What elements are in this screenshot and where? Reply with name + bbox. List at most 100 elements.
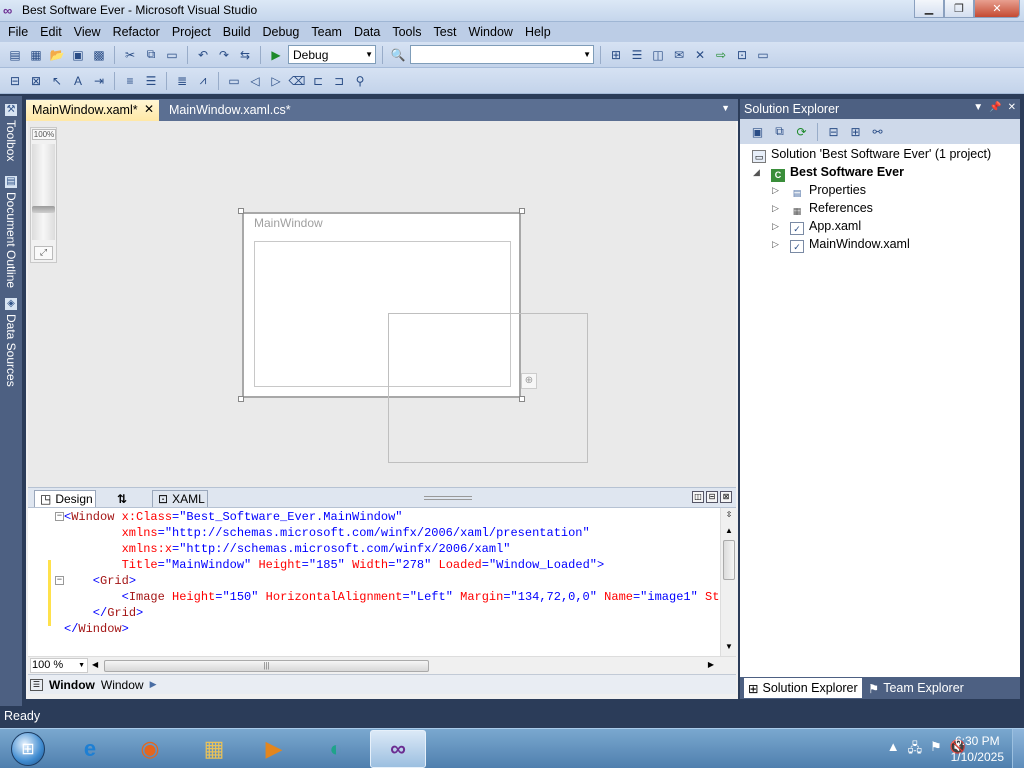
menu-team[interactable]: Team — [305, 25, 348, 39]
code-line[interactable]: </Grid> — [64, 605, 143, 621]
horizontal-split-icon[interactable]: ⊟ — [706, 491, 718, 503]
split-editor-icon[interactable]: ⇳ — [722, 510, 736, 519]
indent-icon[interactable]: ⇥ — [90, 72, 108, 90]
scroll-left-icon[interactable]: ◀ — [92, 660, 98, 669]
code-line[interactable]: xmlns="http://schemas.microsoft.com/winf… — [64, 525, 590, 541]
more-icon[interactable]: ▭ — [754, 46, 772, 64]
show-all-files-icon[interactable]: ⧉ — [770, 122, 789, 141]
new-project-icon[interactable]: ▤ — [6, 46, 24, 64]
close-button[interactable]: ✕ — [974, 0, 1020, 18]
breadcrumb-arrow-icon[interactable]: ▶ — [150, 679, 157, 690]
menu-tools[interactable]: Tools — [386, 25, 427, 39]
properties-icon[interactable]: ▣ — [748, 122, 767, 141]
document-outline-tab[interactable]: ▤ Document Outline — [0, 174, 22, 294]
messenger-icon[interactable]: ◐ — [308, 730, 364, 768]
internet-explorer-icon[interactable]: e — [62, 730, 118, 768]
view-code-icon[interactable]: ⊟ — [824, 122, 843, 141]
resize-handle[interactable] — [238, 208, 244, 214]
prev-bookmark-icon[interactable]: ◁ — [246, 72, 264, 90]
swap-panes-button[interactable]: ⇅ — [112, 490, 132, 507]
menu-edit[interactable]: Edit — [34, 25, 68, 39]
comment-icon[interactable]: ≣ — [173, 72, 191, 90]
class-diagram-icon[interactable]: ⚯ — [868, 122, 887, 141]
code-line[interactable]: </Window> — [64, 621, 129, 637]
action-center-icon[interactable]: ⚑ — [930, 739, 942, 761]
collapse-icon[interactable]: − — [55, 576, 64, 585]
tab-mainwindow-xaml[interactable]: MainWindow.xaml* ✕ — [26, 100, 159, 121]
scroll-down-icon[interactable]: ▼ — [722, 642, 736, 651]
tools-icon[interactable]: ✕ — [691, 46, 709, 64]
start-debugging-icon[interactable]: ▶ — [267, 46, 285, 64]
menu-refactor[interactable]: Refactor — [107, 25, 166, 39]
code-line[interactable]: <Image Height="150" HorizontalAlignment=… — [64, 589, 720, 605]
navigate-icon[interactable]: ⇆ — [236, 46, 254, 64]
team-icon[interactable]: ⊡ — [733, 46, 751, 64]
align-icon[interactable]: ⊟ — [6, 72, 24, 90]
tab-solution-explorer[interactable]: ⊞ Solution Explorer — [744, 678, 862, 698]
breadcrumb-bold[interactable]: Window — [49, 678, 95, 692]
window-position-icon[interactable]: ▼ — [973, 102, 983, 113]
xaml-editor[interactable]: − − <Window x:Class="Best_Software_Ever.… — [28, 508, 720, 656]
menu-data[interactable]: Data — [348, 25, 386, 39]
paste-icon[interactable]: ▭ — [163, 46, 181, 64]
font-icon[interactable]: A — [69, 72, 87, 90]
resize-handle[interactable] — [519, 208, 525, 214]
image-control-outline[interactable] — [388, 313, 588, 463]
editor-zoom-dropdown[interactable]: 100 % ▼ — [30, 658, 88, 673]
expand-triangle-icon[interactable]: ▷ — [772, 181, 779, 199]
bookmark-next-icon[interactable]: ⊐ — [330, 72, 348, 90]
scroll-thumb[interactable] — [723, 540, 735, 580]
firefox-icon[interactable]: ◉ — [122, 730, 178, 768]
pointer-icon[interactable]: ↖ — [48, 72, 66, 90]
bookmark-folder-icon[interactable]: ⊏ — [309, 72, 327, 90]
align-center-icon[interactable]: ⊠ — [27, 72, 45, 90]
expand-triangle-icon[interactable]: ▷ — [772, 235, 779, 253]
code-line[interactable]: Title="MainWindow" Height="185" Width="2… — [64, 557, 605, 573]
redo-icon[interactable]: ↷ — [215, 46, 233, 64]
expand-triangle-icon[interactable]: ▷ — [772, 199, 779, 217]
search-icon[interactable]: ⚲ — [351, 72, 369, 90]
menu-project[interactable]: Project — [166, 25, 217, 39]
show-desktop-button[interactable] — [1012, 729, 1024, 768]
show-hidden-icons-icon[interactable]: ▲ — [887, 739, 900, 761]
scroll-right-icon[interactable]: ▶ — [708, 660, 714, 669]
next-bookmark-icon[interactable]: ▷ — [267, 72, 285, 90]
restore-button[interactable]: ❐ — [944, 0, 974, 18]
bookmark-icon[interactable]: ▭ — [225, 72, 243, 90]
copy-icon[interactable]: ⧉ — [142, 46, 160, 64]
clear-bookmark-icon[interactable]: ⌫ — [288, 72, 306, 90]
extension-icon[interactable]: ⇨ — [712, 46, 730, 64]
refresh-icon[interactable]: ⟳ — [792, 122, 811, 141]
expand-triangle-icon[interactable]: ▷ — [772, 217, 779, 235]
clock[interactable]: 6:30 PM 1/10/2025 — [951, 733, 1004, 765]
list-icon[interactable]: ☰ — [142, 72, 160, 90]
tree-item-references[interactable]: ▷ ▦ References — [772, 199, 873, 217]
tab-mainwindow-xaml-cs[interactable]: MainWindow.xaml.cs* — [163, 100, 297, 121]
menu-window[interactable]: Window — [462, 25, 518, 39]
save-icon[interactable]: ▣ — [69, 46, 87, 64]
menu-debug[interactable]: Debug — [257, 25, 306, 39]
data-sources-tab[interactable]: ◈ Data Sources — [0, 296, 22, 396]
zoom-slider[interactable]: 100% ⤢ — [30, 127, 57, 263]
editor-vertical-scrollbar[interactable]: ⇳ ▲ ▼ — [720, 508, 736, 656]
tree-solution[interactable]: ▭ Solution 'Best Software Ever' (1 projec… — [752, 145, 991, 163]
breadcrumb-item[interactable]: Window — [101, 678, 144, 692]
xaml-view-tab[interactable]: ⊡ XAML — [152, 490, 208, 507]
code-line[interactable]: <Grid> — [64, 573, 136, 589]
tree-item-app-xaml[interactable]: ▷ ✓ App.xaml — [772, 217, 861, 235]
tree-item-mainwindow-xaml[interactable]: ▷ ✓ MainWindow.xaml — [772, 235, 910, 253]
scroll-up-icon[interactable]: ▲ — [722, 526, 736, 535]
tab-team-explorer[interactable]: ⚑ Team Explorer — [864, 678, 968, 698]
menu-file[interactable]: File — [2, 25, 34, 39]
find-dropdown[interactable]: ▼ — [410, 45, 594, 64]
menu-view[interactable]: View — [68, 25, 107, 39]
splitter-grip[interactable] — [424, 496, 472, 500]
tree-item-properties[interactable]: ▷ ▤ Properties — [772, 181, 866, 199]
pin-icon[interactable]: 📌 — [989, 102, 1001, 113]
close-icon[interactable]: ✕ — [1008, 102, 1016, 113]
add-item-icon[interactable]: ▦ — [27, 46, 45, 64]
document-outline-icon[interactable]: ☰ — [30, 678, 43, 691]
start-button[interactable]: ⊞ — [2, 729, 54, 768]
toolbox-icon[interactable]: ✉ — [670, 46, 688, 64]
resize-handle[interactable] — [238, 396, 244, 402]
